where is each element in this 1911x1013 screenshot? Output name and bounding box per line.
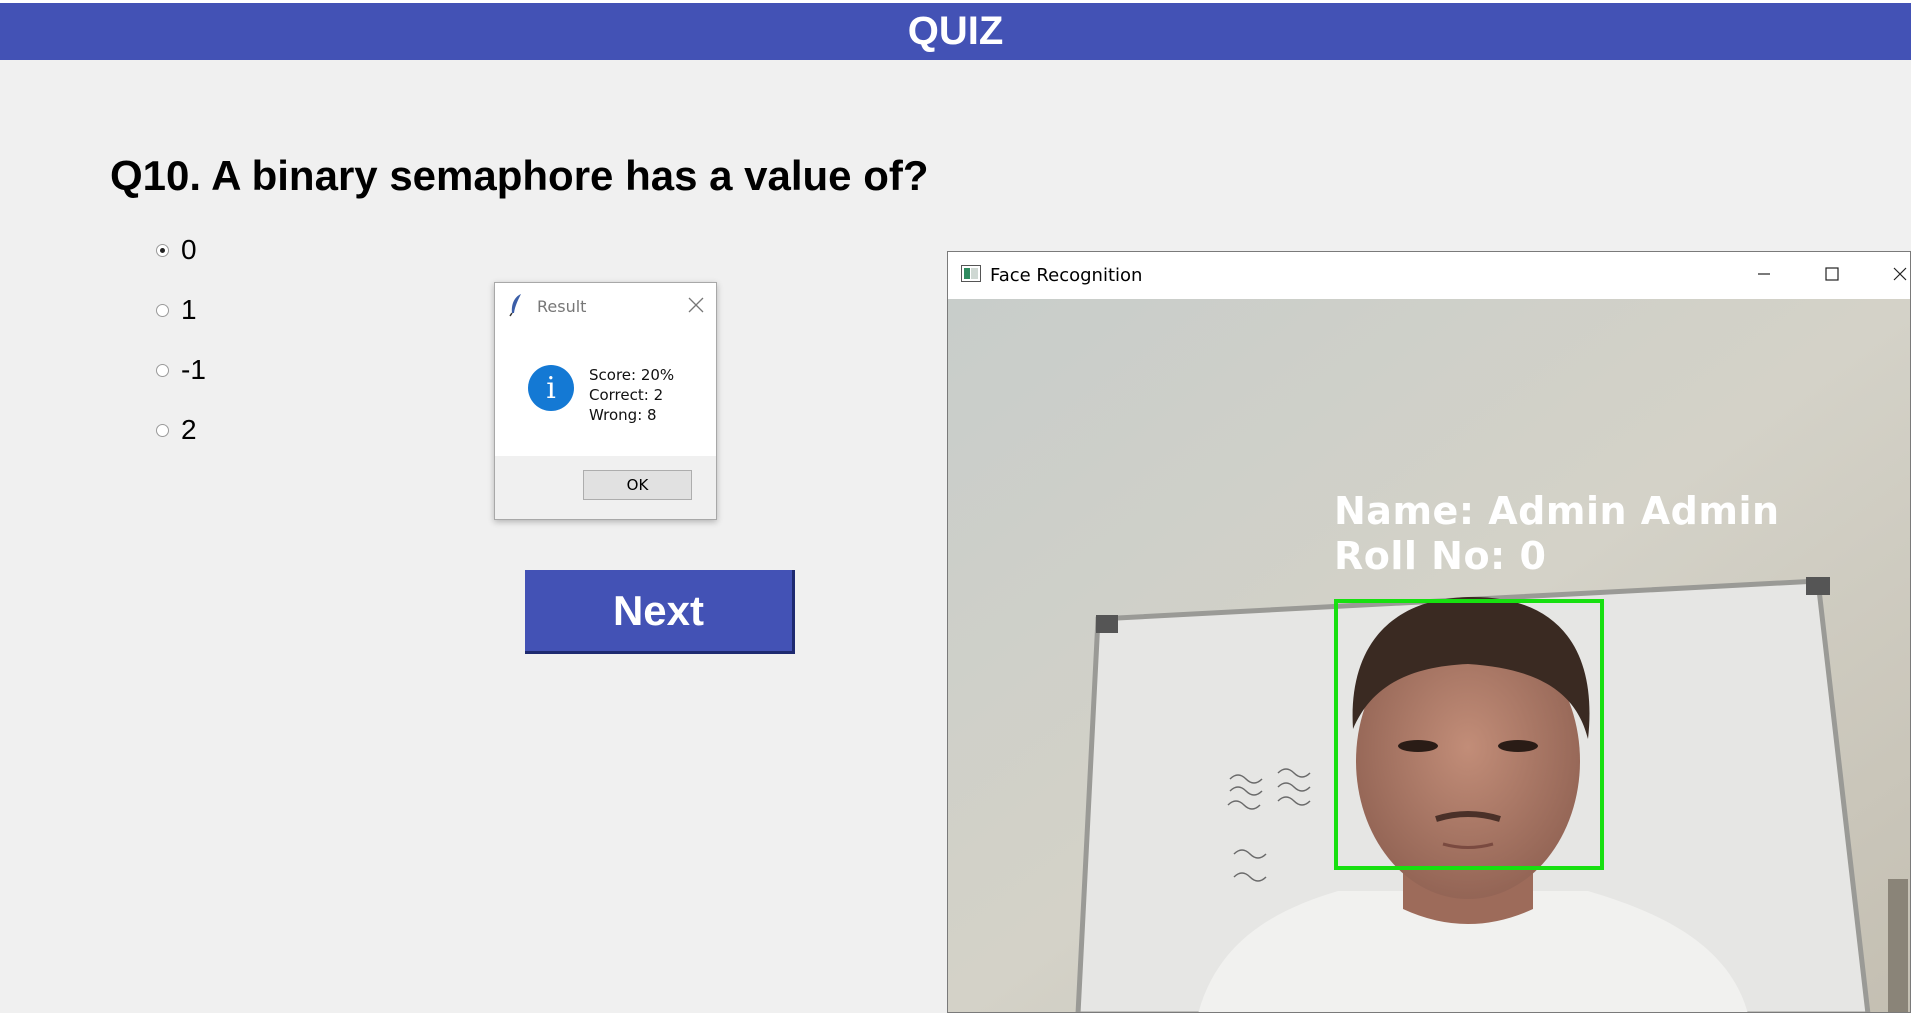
face-detection-box [1334, 599, 1604, 870]
maximize-button[interactable] [1804, 252, 1860, 296]
radio-button[interactable] [156, 303, 169, 317]
window-title: Face Recognition [990, 265, 1143, 286]
ok-button[interactable]: OK [583, 470, 692, 500]
radio-button[interactable] [156, 423, 169, 437]
whiteboard-clip [1806, 577, 1830, 595]
option-label: 1 [181, 294, 197, 325]
close-icon [1893, 267, 1907, 281]
camera-feed: Name: Admin Admin Roll No: 0 [948, 299, 1910, 1012]
info-icon: i [528, 365, 574, 411]
maximize-icon [1825, 267, 1839, 281]
overlay-roll-number: Roll No: 0 [1334, 534, 1547, 578]
option-3[interactable]: 2 [156, 413, 197, 447]
whiteboard-clip [1096, 615, 1118, 633]
option-0[interactable]: 0 [156, 233, 197, 267]
dialog-titlebar[interactable]: Result [495, 283, 716, 327]
result-dialog: Result i Score: 20% Correct: 2 Wrong: 8 … [494, 282, 717, 520]
dialog-title: Result [537, 297, 587, 316]
score-line: Score: 20% [589, 366, 675, 384]
close-icon[interactable] [686, 295, 706, 315]
quiz-header: QUIZ [0, 3, 1911, 60]
dialog-footer: OK [495, 456, 716, 519]
correct-line: Correct: 2 [589, 386, 664, 404]
option-label: 2 [181, 414, 197, 445]
window-titlebar[interactable]: Face Recognition [948, 252, 1910, 299]
minimize-button[interactable] [1736, 252, 1792, 296]
close-button[interactable] [1872, 252, 1910, 296]
wrong-line: Wrong: 8 [589, 406, 657, 424]
option-label: -1 [181, 354, 206, 385]
option-2[interactable]: -1 [156, 353, 206, 387]
option-1[interactable]: 1 [156, 293, 197, 327]
header-title: QUIZ [907, 9, 1004, 53]
feather-icon [509, 294, 521, 317]
result-text: Score: 20% Correct: 2 Wrong: 8 [589, 365, 674, 425]
radio-button-checked[interactable] [156, 243, 169, 257]
question-text: Q10. A binary semaphore has a value of? [110, 152, 929, 199]
radio-button[interactable] [156, 363, 169, 377]
app-icon [961, 265, 981, 282]
face-recognition-window: Face Recognition Name: Admin Admin Roll … [947, 251, 1911, 1013]
overlay-name: Name: Admin Admin [1334, 489, 1780, 533]
option-label: 0 [181, 234, 197, 265]
minimize-icon [1758, 273, 1770, 275]
next-button[interactable]: Next [525, 570, 795, 654]
